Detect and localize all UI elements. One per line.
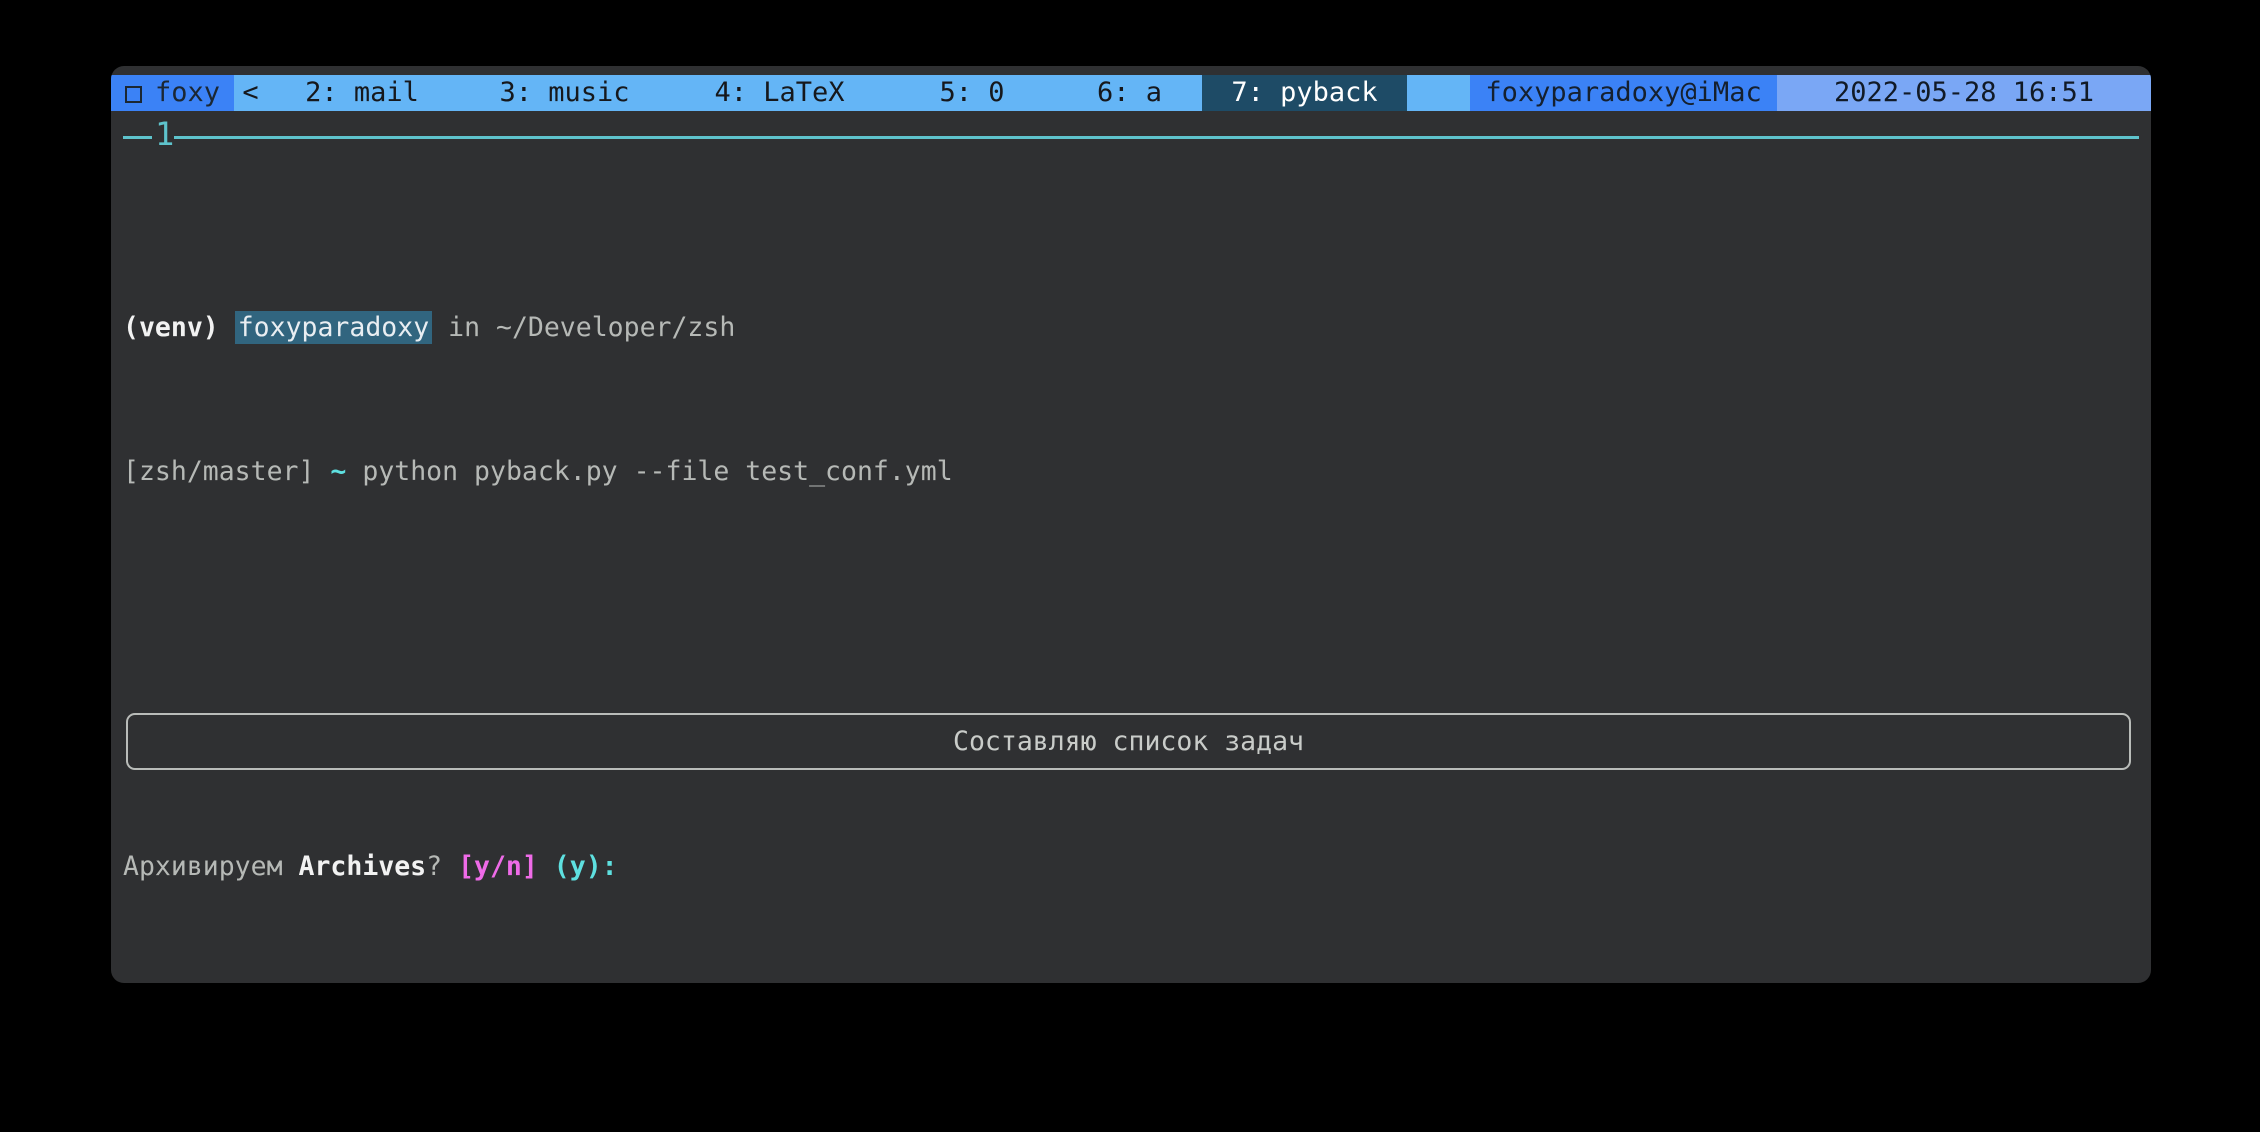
hostname-label: foxyparadoxy@iMac: [1485, 77, 1762, 108]
separator-rule-left: [123, 136, 152, 139]
question-line-1: Архивируем Archives? [y/n] (y):: [123, 849, 2143, 885]
square-icon: [125, 85, 142, 103]
statusbar-hostname: foxyparadoxy@iMac: [1470, 75, 1778, 111]
username-1: foxyparadoxy: [234, 311, 433, 344]
question-prefix-1: Архивируем: [123, 851, 299, 882]
message-box-1: Составляю список задач: [126, 713, 2131, 770]
statusbar-clock: 2022-05-28 16:51: [1777, 75, 2151, 111]
workspace-tab-4[interactable]: 4: LaTeX: [672, 75, 888, 111]
workspace-label-foxy: foxy: [155, 77, 221, 108]
message-box-1-wrap: Составляю список задач: [123, 634, 2143, 770]
pane-separator: 1: [111, 115, 2151, 156]
workspace-tab-6[interactable]: 6: a: [1057, 75, 1203, 111]
command-line-1: [zsh/master] ~ python pyback.py --file t…: [123, 454, 2143, 490]
question-options-1: [y/n]: [458, 851, 538, 882]
workspace-tab-5[interactable]: 5: 0: [887, 75, 1058, 111]
prompt-symbol-1: ~: [330, 456, 347, 487]
terminal-output[interactable]: (venv) foxyparadoxy in ~/Developer/zsh […: [123, 166, 2143, 983]
clock-label: 2022-05-28 16:51: [1833, 77, 2095, 108]
desktop: foxy < 2: mail 3: music 4: LaTeX 5: 0 6:…: [0, 0, 2260, 1132]
workspace-tab-2[interactable]: 2: mail: [267, 75, 458, 111]
prompt-line-1: (venv) foxyparadoxy in ~/Developer/zsh: [123, 310, 2143, 346]
workspace-prev-arrow[interactable]: <: [234, 75, 268, 111]
workspace-label-6: 6: a: [1097, 77, 1163, 108]
workspace-tab-3[interactable]: 3: music: [457, 75, 673, 111]
separator-rule-right: [174, 136, 2139, 139]
i3-status-bar[interactable]: foxy < 2: mail 3: music 4: LaTeX 5: 0 6:…: [111, 75, 2151, 111]
workspace-label-7: 7: pyback: [1231, 77, 1378, 108]
message-box-1-text: Составляю список задач: [953, 725, 1304, 757]
terminal-window[interactable]: foxy < 2: mail 3: music 4: LaTeX 5: 0 6:…: [111, 66, 2151, 983]
git-branch-1: [zsh/master]: [123, 456, 315, 487]
workspace-label-5: 5: 0: [939, 77, 1005, 108]
prev-arrow-icon: <: [242, 77, 259, 108]
question-default-1: (y):: [537, 851, 618, 882]
workspace-tab-7-pyback[interactable]: 7: pyback: [1202, 75, 1408, 111]
in-word-1: in: [432, 312, 496, 343]
venv-badge-1: (venv): [123, 312, 219, 343]
pane-number: 1: [155, 115, 175, 153]
workspace-label-3: 3: music: [499, 77, 630, 108]
workspace-label-4: 4: LaTeX: [714, 77, 845, 108]
workspace-tab-foxy[interactable]: foxy: [111, 75, 235, 111]
workspace-label-2: 2: mail: [305, 77, 419, 108]
question-mark-1: ?: [426, 851, 459, 882]
cwd-path-1: ~/Developer/zsh: [495, 312, 736, 343]
typed-command: python pyback.py --file test_conf.yml: [362, 456, 953, 487]
statusbar-spacer: [1407, 75, 1471, 111]
question-target-1: Archives: [298, 851, 427, 882]
